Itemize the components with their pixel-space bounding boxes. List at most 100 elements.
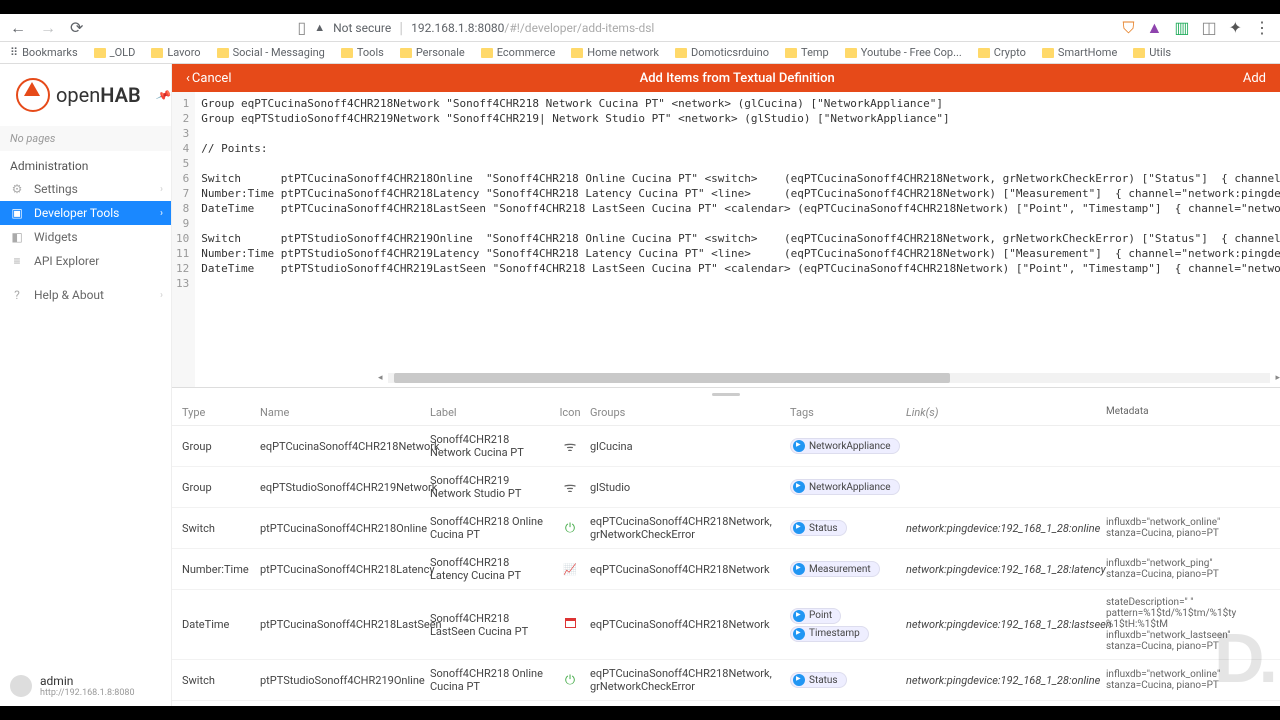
scroll-left-icon[interactable]: ◂: [378, 373, 383, 383]
back-button[interactable]: ←: [10, 18, 26, 38]
col-links: Link(s): [906, 406, 1106, 419]
ext-icon[interactable]: ▲: [1147, 18, 1163, 38]
table-row[interactable]: DateTimeptPTCucinaSonoff4CHR218LastSeenS…: [172, 590, 1280, 660]
folder-icon: [481, 48, 493, 58]
col-tags: Tags: [790, 406, 906, 419]
folder-icon: [341, 48, 353, 58]
no-pages-label: No pages: [0, 126, 171, 151]
sidebar-item-developer-tools[interactable]: ▣Developer Tools›: [0, 201, 171, 225]
table-row[interactable]: SwitchptPTStudioSonoff4CHR219OnlineSonof…: [172, 660, 1280, 701]
menu-icon: ▣: [10, 206, 24, 220]
user-host: http://192.168.1.8:8080: [40, 688, 135, 698]
tag-pill: Status: [790, 520, 847, 536]
folder-icon: [1133, 48, 1145, 58]
menu-icon: ≡: [10, 254, 24, 268]
code-content[interactable]: Group eqPTCucinaSonoff4CHR218Network "So…: [195, 92, 1280, 387]
bookmark-item[interactable]: Crypto: [978, 46, 1026, 59]
tag-pill: Point: [790, 608, 841, 624]
folder-icon: [400, 48, 412, 58]
bookmark-item[interactable]: ⠿Bookmarks: [10, 46, 78, 59]
tag-icon: [793, 522, 805, 534]
avatar-icon: [10, 675, 32, 697]
tag-pill: Timestamp: [790, 626, 869, 642]
cancel-button[interactable]: ‹Cancel: [186, 71, 231, 86]
forward-button[interactable]: →: [40, 18, 56, 38]
bookmark-item[interactable]: Tools: [341, 46, 384, 59]
admin-section-header: Administration: [0, 151, 171, 177]
page-title: Add Items from Textual Definition: [231, 71, 1242, 86]
chevron-right-icon: ›: [160, 208, 163, 219]
tag-pill: Measurement: [790, 561, 880, 577]
brand-text: openHAB: [56, 83, 141, 107]
chart-icon: 📈: [563, 563, 577, 576]
bookmark-item[interactable]: Temp: [785, 46, 829, 59]
table-row[interactable]: Number:TimeptPTCucinaSonoff4CHR218Latenc…: [172, 549, 1280, 590]
scroll-right-icon[interactable]: ▸: [1275, 373, 1280, 383]
sidebar-item-help-about[interactable]: ?Help & About›: [0, 283, 171, 307]
col-label: Label: [430, 406, 550, 419]
tag-icon: [793, 440, 805, 452]
tag-pill: Status: [790, 672, 847, 688]
horizontal-scrollbar[interactable]: ◂ ▸: [388, 373, 1270, 383]
security-label: Not secure: [333, 21, 391, 35]
bookmark-item[interactable]: Domoticsrduino: [675, 46, 769, 59]
page-header: ‹Cancel Add Items from Textual Definitio…: [172, 64, 1280, 92]
user-footer[interactable]: admin http://192.168.1.8:8080: [0, 666, 171, 706]
power-icon: ⏻: [565, 521, 575, 536]
col-type: Type: [182, 406, 260, 419]
chevron-right-icon: ›: [160, 290, 163, 301]
table-row[interactable]: GroupeqPTStudioSonoff4CHR219NetworkSonof…: [172, 467, 1280, 508]
tag-icon: [793, 628, 805, 640]
items-table: Type Name Label Icon Groups Tags Link(s)…: [172, 400, 1280, 706]
folder-icon: [151, 48, 163, 58]
reader-icon: ▯: [297, 18, 306, 37]
sidebar-item-api-explorer[interactable]: ≡API Explorer: [0, 249, 171, 273]
col-meta: Metadata: [1106, 406, 1266, 419]
menu-icon[interactable]: ⋮: [1254, 18, 1270, 37]
extensions-icon[interactable]: ✦: [1229, 18, 1242, 37]
logo-icon: [16, 78, 50, 112]
folder-icon: [785, 48, 797, 58]
bookmark-item[interactable]: Youtube - Free Cop...: [845, 46, 962, 59]
col-name: Name: [260, 406, 430, 419]
bookmark-item[interactable]: Home network: [571, 46, 659, 59]
folder-icon: [978, 48, 990, 58]
table-row[interactable]: GroupeqPTCucinaSonoff4CHR218NetworkSonof…: [172, 426, 1280, 467]
splitter-handle[interactable]: [172, 388, 1280, 400]
bookmark-item[interactable]: Utils: [1133, 46, 1171, 59]
add-button[interactable]: Add: [1243, 71, 1266, 86]
folder-icon: [845, 48, 857, 58]
ext3-icon[interactable]: ◫: [1201, 18, 1216, 37]
table-header: Type Name Label Icon Groups Tags Link(s)…: [172, 400, 1280, 426]
chevron-left-icon: ‹: [186, 71, 190, 86]
bookmark-item[interactable]: Personale: [400, 46, 465, 59]
user-name: admin: [40, 674, 135, 688]
bookmark-item[interactable]: Lavoro: [151, 46, 200, 59]
shield-icon[interactable]: ⛉: [1122, 18, 1134, 38]
code-editor[interactable]: 12345678910111213 Group eqPTCucinaSonoff…: [172, 92, 1280, 388]
menu-icon: ?: [10, 288, 24, 302]
bookmark-item[interactable]: _OLD: [94, 46, 136, 59]
scroll-thumb[interactable]: [394, 373, 950, 383]
table-row[interactable]: SwitchptPTCucinaSonoff4CHR218OnlineSonof…: [172, 508, 1280, 549]
bookmark-item[interactable]: Ecommerce: [481, 46, 556, 59]
sidebar-item-widgets[interactable]: ◧Widgets: [0, 225, 171, 249]
tag-pill: NetworkAppliance: [790, 479, 900, 495]
reload-button[interactable]: ⟳: [70, 18, 83, 37]
bookmark-item[interactable]: Social - Messaging: [217, 46, 325, 59]
pin-icon[interactable]: 📌: [155, 87, 172, 104]
table-row[interactable]: Number:TimeptPTStudioSonoff4CHR219Latenc…: [172, 701, 1280, 706]
col-groups: Groups: [590, 406, 790, 419]
line-numbers: 12345678910111213: [172, 92, 195, 387]
browser-toolbar: ← → ⟳ ▯ ▲ Not secure | 192.168.1.8:8080/…: [0, 14, 1280, 42]
address-bar[interactable]: ▯ ▲ Not secure | 192.168.1.8:8080/#!/dev…: [297, 18, 1108, 37]
ext2-icon[interactable]: ▥: [1174, 18, 1189, 37]
folder-icon: [1042, 48, 1054, 58]
chevron-right-icon: ›: [160, 184, 163, 195]
power-icon: ⏻: [565, 673, 575, 688]
bookmarks-bar: ⠿Bookmarks _OLD Lavoro Social - Messaging To…: [0, 42, 1280, 64]
bookmark-item[interactable]: SmartHome: [1042, 46, 1117, 59]
wifi-icon: ᯤ: [564, 439, 577, 455]
folder-icon: [571, 48, 583, 58]
sidebar-item-settings[interactable]: ⚙Settings›: [0, 177, 171, 201]
